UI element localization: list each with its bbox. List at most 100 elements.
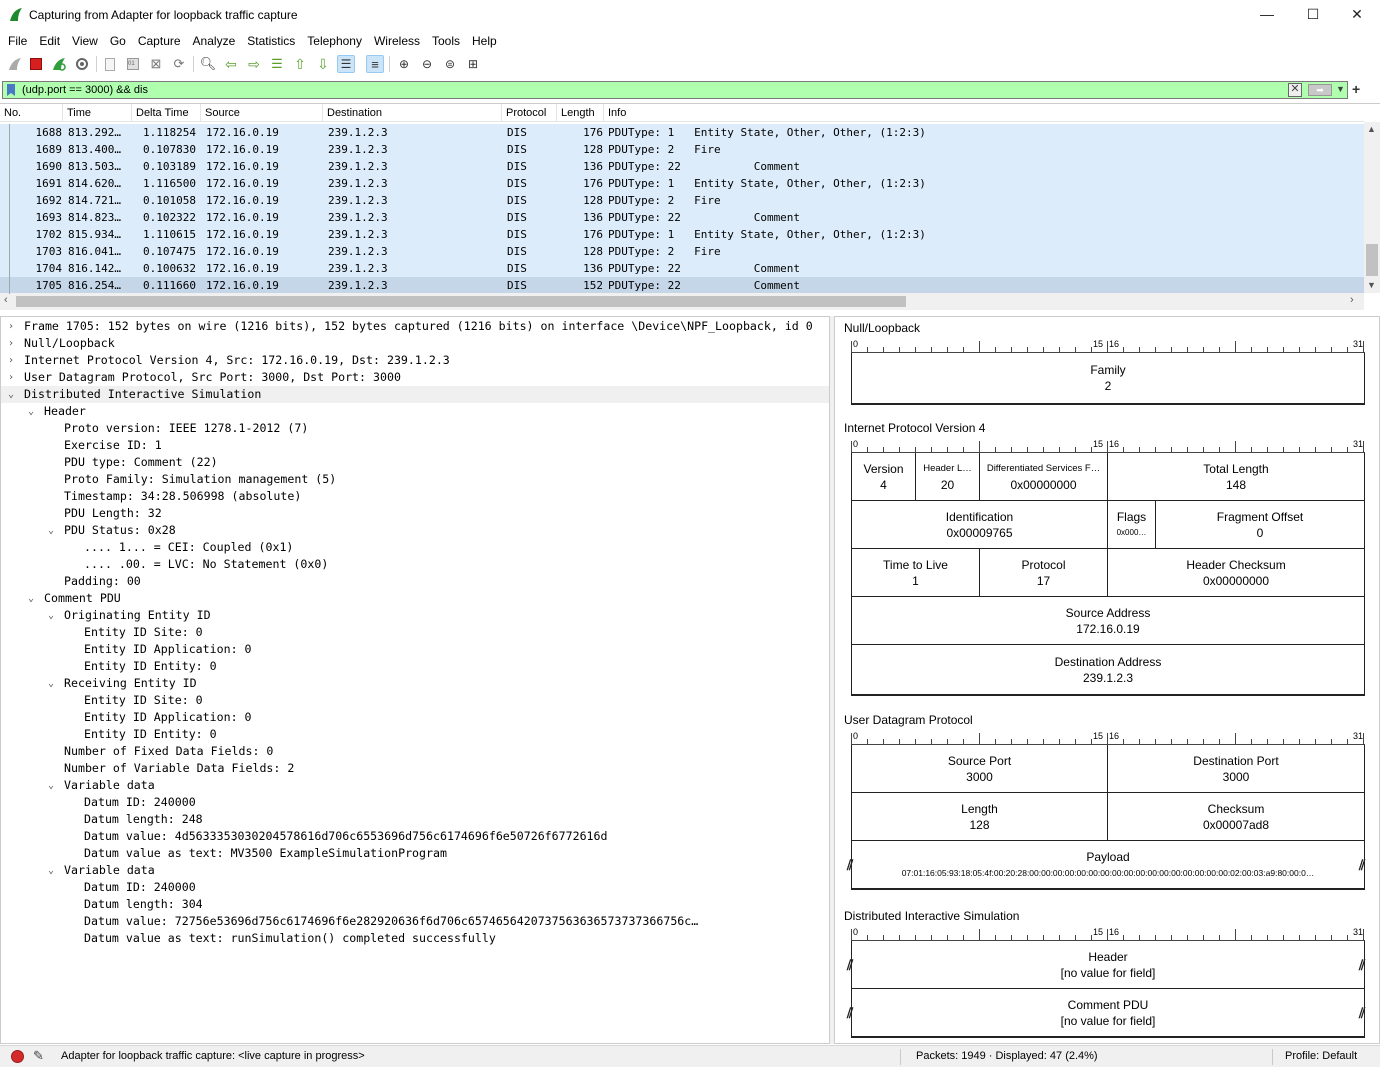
zoom-in-icon[interactable]: ⊕ [395, 55, 413, 73]
find-packet-icon[interactable]: 🔍︎ [199, 55, 217, 73]
menu-telephony[interactable]: Telephony [301, 31, 368, 51]
collapse-arrow-icon[interactable]: ⌄ [48, 777, 54, 794]
menu-analyze[interactable]: Analyze [187, 31, 242, 51]
colorize-icon[interactable]: ≡ [366, 55, 384, 73]
packet-list-vscrollbar[interactable]: ▲ ▼ [1364, 122, 1380, 293]
ipv4-total-length-field[interactable]: Total Length 148 [1108, 453, 1364, 501]
detail-row[interactable]: Number of Fixed Data Fields: 0 [1, 743, 829, 760]
detail-row[interactable]: Datum length: 248 [1, 811, 829, 828]
edit-comment-icon[interactable]: ✎ [33, 1048, 44, 1064]
detail-row[interactable]: Datum value: 4d5633353030204578616d706c6… [1, 828, 829, 845]
ipv4-dsf-field[interactable]: Differentiated Services F… 0x00000000 [980, 453, 1108, 501]
packet-list-hscrollbar[interactable]: ‹ › [0, 293, 1364, 310]
bookmark-icon[interactable] [7, 84, 15, 96]
clear-filter-icon[interactable]: ✕ [1288, 83, 1302, 97]
col-no[interactable]: No. [0, 104, 63, 122]
display-filter-input[interactable] [22, 82, 1282, 98]
detail-row[interactable]: › User Datagram Protocol, Src Port: 3000,… [1, 369, 829, 386]
detail-row[interactable]: ⌄ Comment PDU [1, 590, 829, 607]
ipv4-version-field[interactable]: Version 4 [852, 453, 916, 501]
udp-payload-field[interactable]: Payload 07:01:16:05:93:18:05:4f:00:20:28:… [852, 841, 1364, 889]
detail-row[interactable]: ⌄ Variable data [1, 777, 829, 794]
packet-row[interactable]: 1703 816.041… 0.107475 172.16.0.19 239.1.2.3… [0, 243, 1364, 260]
resize-columns-icon[interactable]: ⊞ [464, 55, 482, 73]
detail-row[interactable]: Timestamp: 34:28.506998 (absolute) [1, 488, 829, 505]
expand-arrow-icon[interactable]: › [8, 335, 14, 352]
go-back-icon[interactable]: ⇦ [222, 55, 240, 73]
detail-row[interactable]: ⌄ Header [1, 403, 829, 420]
zoom-out-icon[interactable]: ⊖ [418, 55, 436, 73]
detail-row[interactable]: PDU Length: 32 [1, 505, 829, 522]
packet-row[interactable]: 1702 815.934… 1.110615 172.16.0.19 239.1.2.3… [0, 226, 1364, 243]
zoom-normal-icon[interactable]: ⊜ [441, 55, 459, 73]
detail-row[interactable]: Entity ID Entity: 0 [1, 726, 829, 743]
packet-row[interactable]: 1690 813.503… 0.103189 172.16.0.19 239.1.2.3… [0, 158, 1364, 175]
packet-row[interactable]: 1691 814.620… 1.116500 172.16.0.19 239.1.2.3… [0, 175, 1364, 192]
detail-row[interactable]: Entity ID Application: 0 [1, 709, 829, 726]
collapse-arrow-icon[interactable]: ⌄ [48, 607, 54, 624]
menu-tools[interactable]: Tools [426, 31, 466, 51]
restart-capture-icon[interactable] [50, 55, 68, 73]
ipv4-protocol-field[interactable]: Protocol 17 [980, 549, 1108, 597]
add-filter-button-icon[interactable]: + [1352, 81, 1360, 97]
expand-arrow-icon[interactable]: › [8, 318, 14, 335]
ipv4-fragment-offset-field[interactable]: Fragment Offset 0 [1156, 501, 1364, 549]
family-field[interactable]: Family 2 [852, 353, 1364, 404]
detail-row[interactable]: Datum length: 304 [1, 896, 829, 913]
ipv4-source-address-field[interactable]: Source Address 172.16.0.19 [852, 597, 1364, 645]
close-button[interactable]: ✕ [1334, 0, 1380, 30]
menu-edit[interactable]: Edit [33, 31, 66, 51]
capture-options-icon[interactable] [73, 55, 91, 73]
open-file-icon[interactable] [101, 55, 119, 73]
collapse-arrow-icon[interactable]: ⌄ [28, 403, 34, 420]
detail-row[interactable]: Datum value: 72756e53696d756c6174696f6e2… [1, 913, 829, 930]
reload-file-icon[interactable]: ⟳ [170, 55, 188, 73]
go-forward-icon[interactable]: ⇨ [245, 55, 263, 73]
packet-row[interactable]: 1689 813.400… 0.107830 172.16.0.19 239.1.2.3… [0, 141, 1364, 158]
stop-capture-icon[interactable] [27, 55, 45, 73]
collapse-arrow-icon[interactable]: ⌄ [48, 675, 54, 692]
menu-help[interactable]: Help [466, 31, 503, 51]
ipv4-header-length-field[interactable]: Header L… 20 [916, 453, 980, 501]
udp-checksum-field[interactable]: Checksum 0x00007ad8 [1108, 793, 1364, 841]
udp-destination-port-field[interactable]: Destination Port 3000 [1108, 745, 1364, 793]
expand-arrow-icon[interactable]: › [8, 352, 14, 369]
packet-row[interactable]: 1693 814.823… 0.102322 172.16.0.19 239.1.2.3… [0, 209, 1364, 226]
collapse-arrow-icon[interactable]: ⌄ [48, 862, 54, 879]
packet-row[interactable]: 1704 816.142… 0.100632 172.16.0.19 239.1.2.3… [0, 260, 1364, 277]
detail-row[interactable]: Proto version: IEEE 1278.1-2012 (7) [1, 420, 829, 437]
detail-row[interactable]: Datum ID: 240000 [1, 879, 829, 896]
close-file-icon[interactable]: ⊠ [147, 55, 165, 73]
ipv4-identification-field[interactable]: Identification 0x00009765 [852, 501, 1108, 549]
shark-fin-start-icon[interactable] [6, 55, 24, 73]
detail-row[interactable]: Proto Family: Simulation management (5) [1, 471, 829, 488]
detail-row[interactable]: ⌄ PDU Status: 0x28 [1, 522, 829, 539]
udp-length-field[interactable]: Length 128 [852, 793, 1108, 841]
dis-comment-pdu-field[interactable]: Comment PDU [no value for field] [852, 989, 1364, 1037]
menu-view[interactable]: View [66, 31, 104, 51]
detail-row[interactable]: ⌄ Originating Entity ID [1, 607, 829, 624]
detail-row[interactable]: Datum value as text: MV3500 ExampleSimul… [1, 845, 829, 862]
detail-row[interactable]: Padding: 00 [1, 573, 829, 590]
collapse-arrow-icon[interactable]: ⌄ [48, 522, 54, 539]
ipv4-header-checksum-field[interactable]: Header Checksum 0x00000000 [1108, 549, 1364, 597]
expand-arrow-icon[interactable]: › [8, 369, 14, 386]
udp-source-port-field[interactable]: Source Port 3000 [852, 745, 1108, 793]
apply-filter-icon[interactable]: ➡ [1308, 84, 1332, 96]
detail-row[interactable]: Entity ID Application: 0 [1, 641, 829, 658]
ipv4-ttl-field[interactable]: Time to Live 1 [852, 549, 980, 597]
col-time[interactable]: Time [63, 104, 132, 122]
maximize-button[interactable]: ☐ [1290, 0, 1336, 30]
detail-row[interactable]: ⌄ Variable data [1, 862, 829, 879]
col-protocol[interactable]: Protocol [502, 104, 557, 122]
detail-row[interactable]: Number of Variable Data Fields: 2 [1, 760, 829, 777]
detail-row[interactable]: PDU type: Comment (22) [1, 454, 829, 471]
minimize-button[interactable]: — [1244, 0, 1290, 30]
packet-row[interactable]: 1692 814.721… 0.101058 172.16.0.19 239.1.2.3… [0, 192, 1364, 209]
ipv4-destination-address-field[interactable]: Destination Address 239.1.2.3 [852, 645, 1364, 695]
menu-file[interactable]: File [0, 31, 33, 51]
packet-row[interactable]: 1705 816.254… 0.111660 172.16.0.19 239.1.2.3… [0, 277, 1364, 294]
detail-row[interactable]: Exercise ID: 1 [1, 437, 829, 454]
capture-running-icon[interactable] [11, 1050, 24, 1063]
packet-row[interactable]: 1688 813.292… 1.118254 172.16.0.19 239.1.2.3… [0, 124, 1364, 141]
